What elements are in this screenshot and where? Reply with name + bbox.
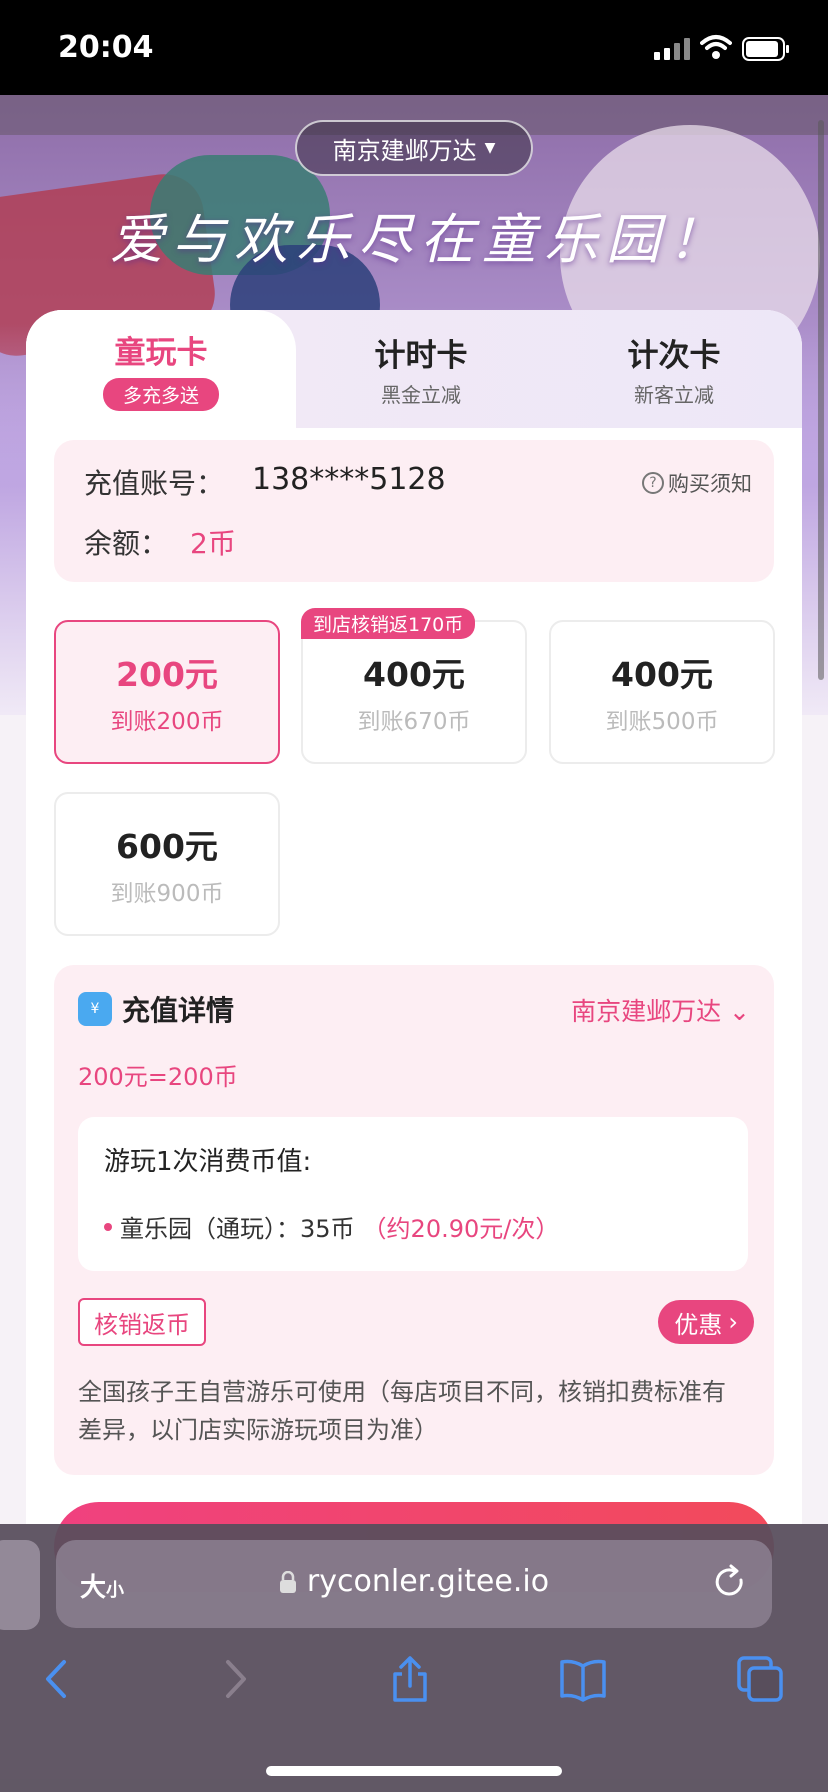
- tab-title: 计时卡: [374, 338, 468, 374]
- battery-icon: [742, 37, 789, 61]
- slogan: 爱与欢乐尽在童乐园！: [110, 208, 730, 271]
- package-option[interactable]: 400元 到账500币: [549, 620, 775, 764]
- caret-down-icon: ▼: [484, 140, 496, 156]
- tab-count-card[interactable]: 计次卡 新客立减: [546, 310, 802, 428]
- redeem-coins-button[interactable]: 核销返币: [78, 1298, 206, 1346]
- bookmarks-icon[interactable]: [558, 1654, 608, 1704]
- tabs-icon[interactable]: [735, 1654, 785, 1704]
- package-option[interactable]: 600元 到账900币: [54, 792, 280, 936]
- bullet-dot-icon: [104, 1222, 112, 1231]
- account-label: 充值账号：: [84, 467, 225, 500]
- url-display: ryconler.gitee.io: [56, 1564, 772, 1599]
- balance-value: 2币: [190, 527, 236, 560]
- browser-nav-bar: [0, 1640, 828, 1720]
- package-option[interactable]: 到店核销返170币 400元 到账670币: [301, 608, 527, 764]
- home-indicator: [266, 1766, 562, 1776]
- url-text: ryconler.gitee.io: [306, 1564, 550, 1599]
- chevron-right-icon: ›: [728, 1308, 738, 1336]
- tab-subtitle: 黑金立减: [381, 383, 461, 407]
- detail-description: 全国孩子王自营游乐可使用（每店项目不同，核销扣费标准有差异，以门店实际游玩项目为…: [78, 1378, 726, 1444]
- offer-button[interactable]: 优惠 ›: [658, 1300, 754, 1344]
- balance-label: 余额：: [84, 527, 169, 560]
- package-price: 200元: [116, 655, 218, 694]
- scrollbar[interactable]: [818, 120, 824, 680]
- store-selector[interactable]: 南京建邺万达 ▼: [295, 120, 533, 176]
- card-tabs: 童玩卡 多充多送 计时卡 黑金立减 计次卡 新客立减: [26, 310, 802, 428]
- reload-icon[interactable]: [710, 1562, 750, 1602]
- recharge-detail-panel: ¥ 充值详情 南京建邺万达 ⌄ 200元=200币 游玩1次消费币值: 童乐园（…: [54, 965, 774, 1475]
- package-coins: 到账670币: [357, 709, 471, 735]
- tab-title: 童玩卡: [114, 335, 208, 371]
- consume-item-text: 童乐园（通玩）：35币: [120, 1215, 355, 1243]
- forward-icon[interactable]: [210, 1654, 260, 1704]
- chevron-down-icon: ⌄: [729, 997, 750, 1026]
- detail-store-label: 南京建邺万达: [571, 997, 722, 1026]
- wifi-icon: [700, 35, 732, 59]
- tab-play-card[interactable]: 童玩卡 多充多送: [26, 310, 296, 428]
- tab-subtitle: 新客立减: [634, 383, 714, 407]
- tab-timed-card[interactable]: 计时卡 黑金立减: [296, 310, 546, 428]
- share-icon[interactable]: [385, 1654, 435, 1704]
- package-option[interactable]: 200元 到账200币: [54, 620, 280, 764]
- consume-item: 童乐园（通玩）：35币 （约20.90元/次）: [104, 1209, 559, 1244]
- address-bar[interactable]: 大小 ryconler.gitee.io: [56, 1540, 772, 1628]
- question-icon: ?: [642, 472, 664, 494]
- consume-item-approx: （约20.90元/次）: [362, 1215, 560, 1243]
- package-coins: 到账200币: [110, 709, 224, 735]
- back-icon[interactable]: [32, 1654, 82, 1704]
- store-selector-label: 南京建邺万达: [332, 136, 477, 165]
- purchase-notice-label: 购买须知: [668, 472, 752, 496]
- purchase-notice-link[interactable]: ? 购买须知: [642, 468, 752, 498]
- detail-title: 充值详情: [122, 994, 235, 1027]
- cellular-signal-icon: [654, 38, 690, 60]
- tab-title: 计次卡: [627, 338, 721, 374]
- tab-badge: 多充多送: [102, 378, 219, 411]
- package-price: 400元: [363, 655, 465, 694]
- status-bar: 20:04: [0, 0, 828, 95]
- account-panel: 充值账号： 138****5128 ? 购买须知 余额： 2币: [54, 440, 774, 582]
- consume-title: 游玩1次消费币值:: [104, 1147, 312, 1177]
- account-phone: 138****5128: [252, 462, 446, 497]
- detail-store-selector[interactable]: 南京建邺万达 ⌄: [571, 992, 750, 1028]
- package-coins: 到账500币: [605, 709, 719, 735]
- offer-label: 优惠: [674, 1310, 723, 1339]
- yen-wallet-icon: ¥: [78, 992, 112, 1026]
- package-price: 600元: [116, 827, 218, 866]
- package-coins: 到账900币: [110, 881, 224, 907]
- status-time: 20:04: [58, 30, 154, 65]
- consume-info: 游玩1次消费币值: 童乐园（通玩）：35币 （约20.90元/次）: [78, 1117, 748, 1271]
- package-tag: 到店核销返170币: [301, 608, 476, 639]
- package-price: 400元: [611, 655, 713, 694]
- exchange-rate: 200元=200币: [78, 1063, 238, 1091]
- lock-icon: [279, 1570, 296, 1593]
- previous-tab-preview[interactable]: [0, 1540, 40, 1630]
